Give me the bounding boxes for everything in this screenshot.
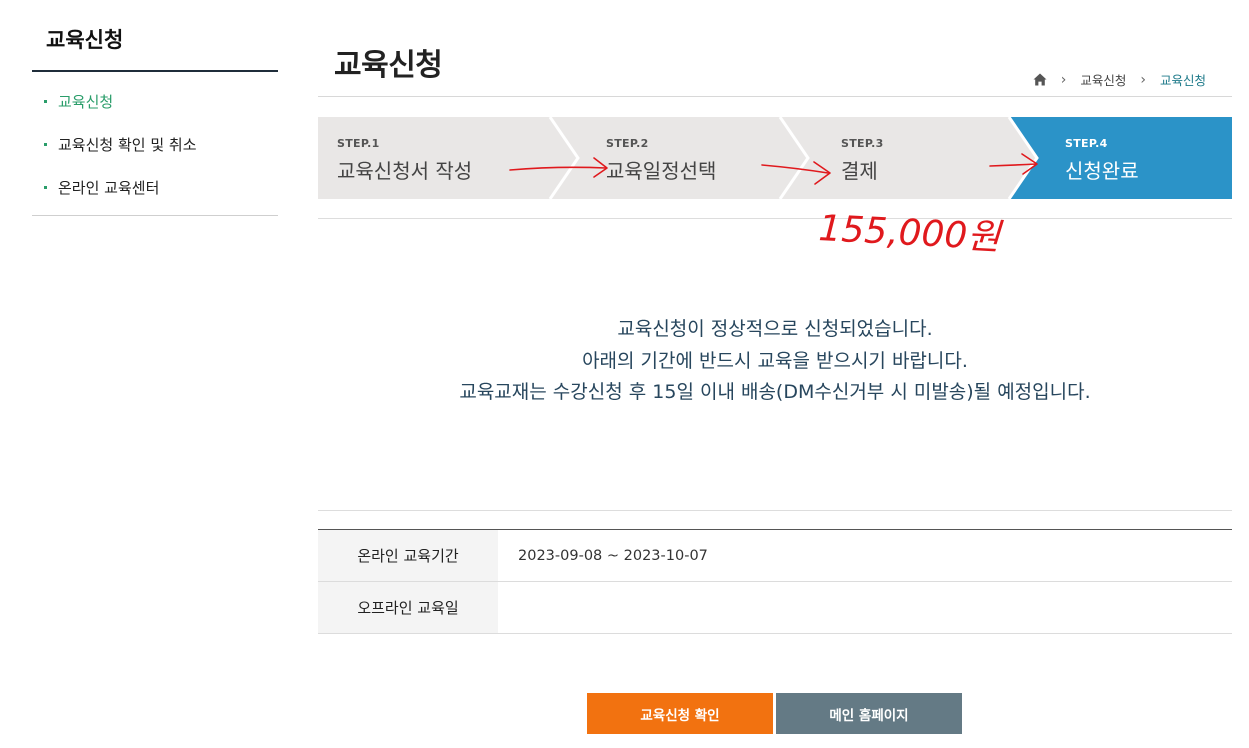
breadcrumb-item[interactable]: 교육신청	[1080, 70, 1126, 89]
sidebar-item-education-apply[interactable]: 교육신청	[32, 80, 278, 123]
bullet-icon	[44, 186, 47, 189]
online-period-value: 2023-09-08 ~ 2023-10-07	[518, 547, 708, 564]
main-homepage-button[interactable]: 메인 홈페이지	[776, 693, 962, 734]
bullet-icon	[44, 143, 47, 146]
step-number: STEP.1	[337, 137, 380, 150]
breadcrumb-current: 교육신청	[1159, 73, 1206, 88]
sidebar-item-label: 온라인 교육센터	[58, 179, 160, 197]
step-label: 신청완료	[1065, 159, 1139, 183]
step-number: STEP.3	[841, 137, 884, 150]
sidebar-menu: 교육신청 교육신청 확인 및 취소 온라인 교육센터	[32, 72, 278, 216]
offline-date-value	[498, 582, 1232, 633]
schedule-table: 온라인 교육기간 2023-09-08 ~ 2023-10-07 오프라인 교육…	[318, 529, 1232, 634]
message-line: 아래의 기간에 반드시 교육을 받으시기 바랍니다.	[582, 349, 968, 372]
sidebar-item-label: 교육신청 확인 및 취소	[58, 136, 197, 154]
sidebar-item-label: 교육신청	[58, 93, 114, 111]
chevron-right-icon: ›	[1060, 71, 1067, 88]
sidebar-item-confirm-cancel[interactable]: 교육신청 확인 및 취소	[32, 123, 278, 166]
completion-message: 교육신청이 정상적으로 신청되었습니다. 아래의 기간에 반드시 교육을 받으시…	[318, 314, 1232, 409]
action-buttons: 교육신청 확인 메인 홈페이지	[587, 693, 962, 734]
offline-date-label: 오프라인 교육일	[318, 582, 498, 633]
breadcrumb: › 교육신청 › 교육신청	[1033, 70, 1206, 89]
step-label: 교육신청서 작성	[337, 159, 473, 183]
step-number: STEP.4	[1065, 137, 1108, 150]
step-progress: STEP.1 교육신청서 작성 STEP.2 교육일정선택 STEP.3 결제 …	[318, 117, 1232, 199]
main-content: 교육신청 › 교육신청 › 교육신청 STEP.1 교육신청서 작성 STEP.…	[318, 0, 1232, 748]
message-line: 교육신청이 정상적으로 신청되었습니다.	[617, 318, 933, 340]
online-period-label: 온라인 교육기간	[318, 530, 498, 581]
divider	[318, 96, 1232, 97]
step-number: STEP.2	[606, 137, 649, 150]
message-line: 교육교재는 수강신청 후 15일 이내 배송(DM수신거부 시 미발송)될 예정…	[459, 381, 1091, 403]
bullet-icon	[44, 100, 47, 103]
divider	[318, 510, 1232, 511]
step-3-shape	[780, 117, 1037, 199]
table-row: 온라인 교육기간 2023-09-08 ~ 2023-10-07	[318, 530, 1232, 582]
sidebar-title: 교육신청	[32, 0, 278, 72]
page-title: 교육신청	[334, 48, 443, 83]
divider	[318, 218, 1232, 219]
confirm-application-button[interactable]: 교육신청 확인	[587, 693, 773, 734]
sidebar: 교육신청 교육신청 교육신청 확인 및 취소 온라인 교육센터	[32, 0, 278, 216]
chevron-right-icon: ›	[1140, 71, 1146, 88]
home-icon[interactable]	[1033, 73, 1047, 86]
handwritten-amount: 155,000원	[818, 208, 1005, 259]
sidebar-item-online-center[interactable]: 온라인 교육센터	[32, 166, 278, 209]
step-label: 교육일정선택	[606, 159, 717, 183]
table-row: 오프라인 교육일	[318, 582, 1232, 634]
step-label: 결제	[841, 159, 878, 183]
